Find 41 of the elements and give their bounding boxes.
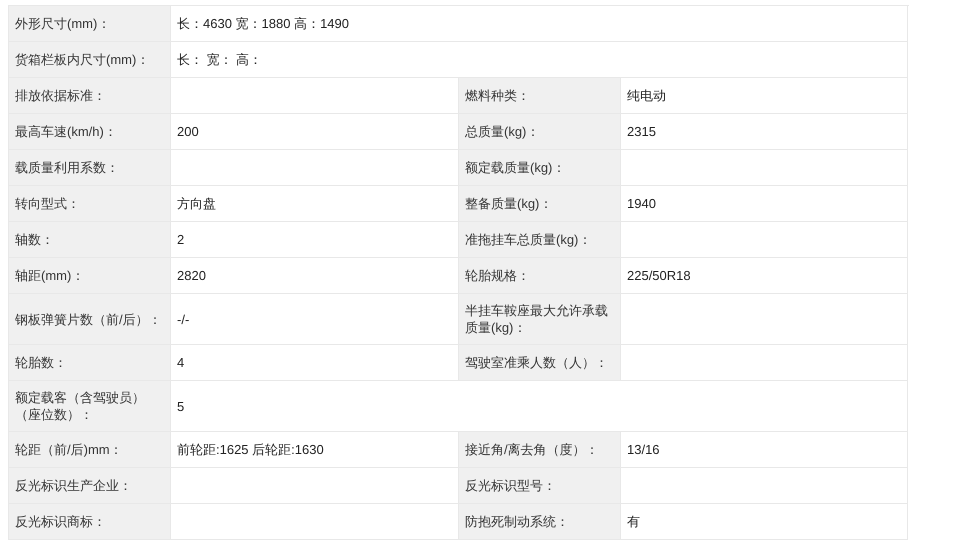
field-label: 额定载质量(kg)： [459,150,621,186]
field-label: 驾驶室准乘人数（人）： [459,345,621,381]
field-value: 5 [171,381,908,432]
field-value: 4 [171,345,459,381]
field-value: 1940 [621,186,908,222]
field-label: 最高车速(km/h)： [9,114,171,150]
field-label: 接近角/离去角（度）： [459,432,621,468]
field-value: 纯电动 [621,78,908,114]
field-value: 200 [171,114,459,150]
field-label: 轮胎规格： [459,258,621,294]
field-value: 2820 [171,258,459,294]
field-label: 反光标识生产企业： [9,468,171,504]
field-value: 长：4630 宽：1880 高：1490 [171,6,908,42]
field-label: 载质量利用系数： [9,150,171,186]
field-label: 外形尺寸(mm)： [9,6,171,42]
field-label: 排放依据标准： [9,78,171,114]
field-label: 准拖挂车总质量(kg)： [459,222,621,258]
field-label: 转向型式： [9,186,171,222]
field-value: -/- [171,294,459,345]
field-label: 整备质量(kg)： [459,186,621,222]
field-value: 前轮距:1625 后轮距:1630 [171,432,459,468]
field-label: 货箱栏板内尺寸(mm)： [9,42,171,78]
field-value: 2 [171,222,459,258]
field-label: 反光标识型号： [459,468,621,504]
field-value: 有 [621,504,908,540]
field-value: 225/50R18 [621,258,908,294]
field-value: 13/16 [621,432,908,468]
field-label: 额定载客（含驾驶员）（座位数）： [9,381,171,432]
field-label: 反光标识商标： [9,504,171,540]
field-value: 方向盘 [171,186,459,222]
field-label: 燃料种类： [459,78,621,114]
field-value: 2315 [621,114,908,150]
field-label: 钢板弹簧片数（前/后）： [9,294,171,345]
field-value: 长： 宽： 高： [171,42,908,78]
field-label: 半挂车鞍座最大允许承载质量(kg)： [459,294,621,345]
field-label: 轴数： [9,222,171,258]
field-label: 轮胎数： [9,345,171,381]
field-label: 轴距(mm)： [9,258,171,294]
field-label: 防抱死制动系统： [459,504,621,540]
field-label: 轮距（前/后)mm： [9,432,171,468]
field-label: 总质量(kg)： [459,114,621,150]
